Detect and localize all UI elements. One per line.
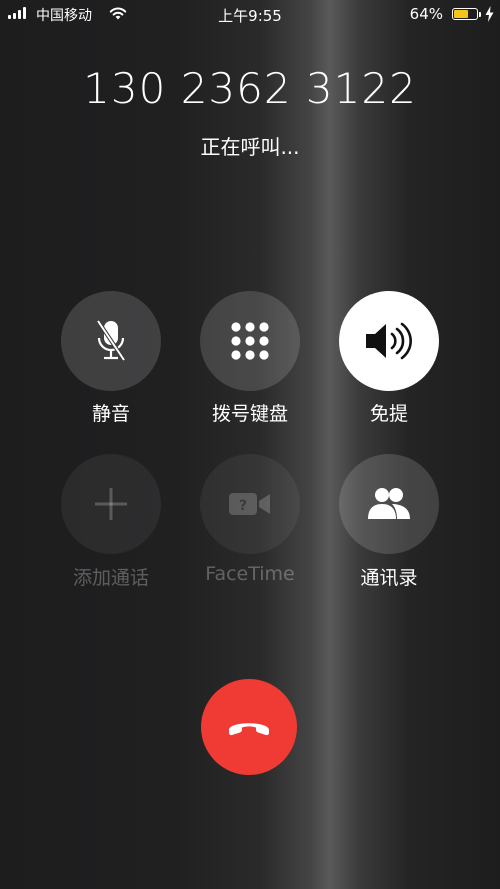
contacts-icon bbox=[368, 488, 410, 519]
battery-nub bbox=[479, 12, 481, 17]
mute-button[interactable] bbox=[61, 291, 161, 391]
contacts-label: 通讯录 bbox=[360, 567, 418, 589]
speaker-icon bbox=[366, 322, 412, 360]
video-camera-icon: ? bbox=[229, 493, 270, 515]
speaker-label: 免提 bbox=[369, 403, 408, 425]
speaker-button[interactable] bbox=[339, 291, 439, 391]
keypad-icon bbox=[231, 322, 269, 360]
add-call-label: 添加通话 bbox=[72, 567, 149, 589]
status-bar: 中国移动 上午9:55 64% bbox=[0, 0, 500, 30]
end-call-button[interactable] bbox=[201, 679, 297, 775]
facetime-button[interactable]: ? bbox=[200, 454, 300, 554]
add-call-button[interactable] bbox=[61, 454, 161, 554]
contacts-button[interactable] bbox=[339, 454, 439, 554]
end-call-icon bbox=[229, 723, 269, 736]
phone-number: 130 2362 3122 bbox=[83, 64, 417, 113]
microphone-muted-icon bbox=[96, 319, 126, 362]
charging-bolt-icon bbox=[485, 6, 494, 22]
mute-label: 静音 bbox=[91, 403, 130, 425]
battery-icon bbox=[452, 8, 478, 20]
battery-fill bbox=[454, 10, 469, 18]
svg-text:?: ? bbox=[239, 498, 247, 514]
battery-percentage: 64% bbox=[409, 5, 443, 23]
facetime-label: FaceTime bbox=[205, 563, 295, 585]
call-status: 正在呼叫... bbox=[200, 135, 300, 159]
plus-icon bbox=[95, 488, 127, 520]
keypad-button[interactable] bbox=[200, 291, 300, 391]
keypad-label: 拨号键盘 bbox=[211, 403, 288, 425]
